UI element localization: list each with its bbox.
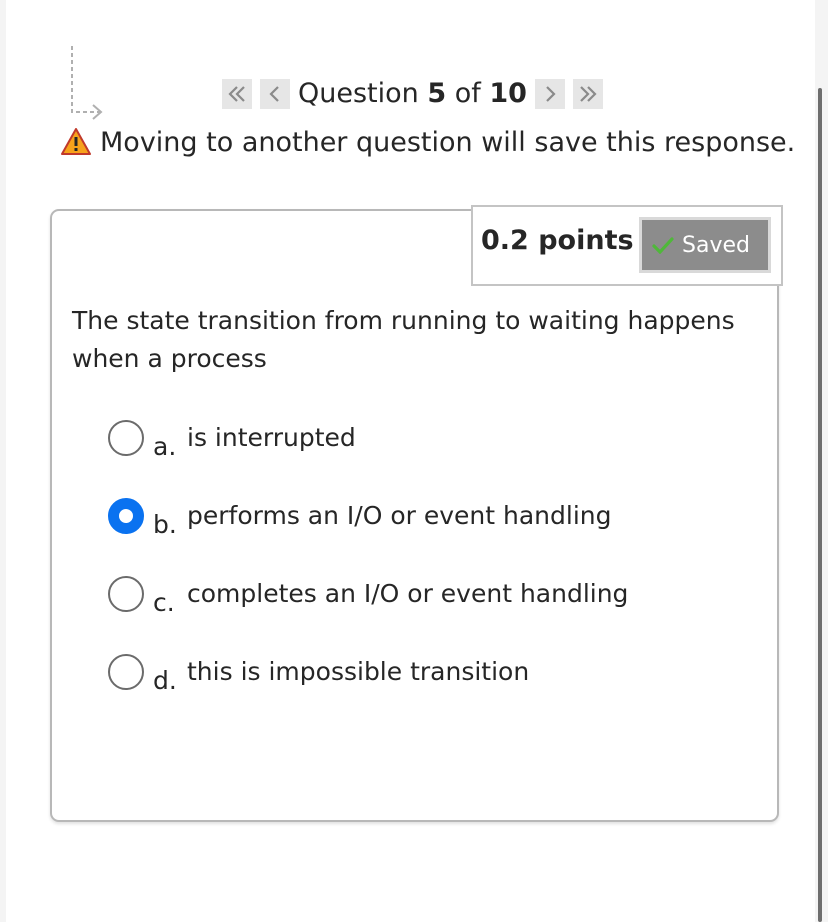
chevron-right-icon	[546, 86, 556, 102]
question-navigation: Question 5 of 10	[222, 76, 603, 112]
double-chevron-left-icon	[228, 86, 245, 102]
saved-status-button[interactable]: Saved	[639, 217, 771, 273]
option-text: this is impossible transition	[187, 656, 530, 686]
total-questions-number: 10	[489, 78, 527, 109]
radio-option-d[interactable]	[108, 654, 144, 690]
check-icon	[652, 237, 674, 254]
option-text: is interrupted	[187, 422, 356, 452]
option-d[interactable]: d. this is impossible transition	[108, 650, 530, 695]
last-question-button[interactable]	[572, 79, 603, 109]
option-a[interactable]: a. is interrupted	[108, 416, 356, 461]
option-letter: b.	[153, 509, 177, 539]
first-question-button[interactable]	[222, 79, 252, 109]
option-text: completes an I/O or event handling	[187, 578, 629, 608]
question-counter: Question 5 of 10	[298, 76, 527, 112]
vertical-scrollbar[interactable]	[818, 88, 822, 922]
save-warning: Moving to another question will save thi…	[60, 124, 795, 160]
points-label: 0.2 points	[481, 225, 634, 256]
warning-text: Moving to another question will save thi…	[100, 126, 796, 158]
warning-triangle-icon	[61, 128, 91, 155]
points-panel: 0.2 points Saved	[471, 205, 783, 286]
option-letter: a.	[153, 431, 177, 461]
current-question-number: 5	[427, 78, 447, 109]
question-prompt: The state transition from running to wai…	[72, 306, 735, 373]
option-b[interactable]: b. performs an I/O or event handling	[108, 494, 612, 539]
next-question-button[interactable]	[534, 79, 565, 109]
previous-question-button[interactable]	[260, 79, 290, 109]
chevron-left-icon	[269, 86, 279, 102]
option-letter: d.	[153, 665, 177, 695]
of-word: of	[454, 78, 481, 109]
arrow-down-right-icon	[71, 46, 103, 120]
radio-option-b[interactable]	[108, 498, 144, 534]
option-letter: c.	[153, 587, 175, 617]
option-c[interactable]: c. completes an I/O or event handling	[108, 572, 629, 617]
option-text: performs an I/O or event handling	[187, 500, 612, 530]
question-word: Question	[298, 78, 419, 109]
page-left-gutter	[0, 0, 6, 922]
double-chevron-right-icon	[580, 86, 597, 102]
saved-label: Saved	[682, 232, 750, 258]
radio-option-a[interactable]	[108, 420, 144, 456]
radio-option-c[interactable]	[108, 576, 144, 612]
